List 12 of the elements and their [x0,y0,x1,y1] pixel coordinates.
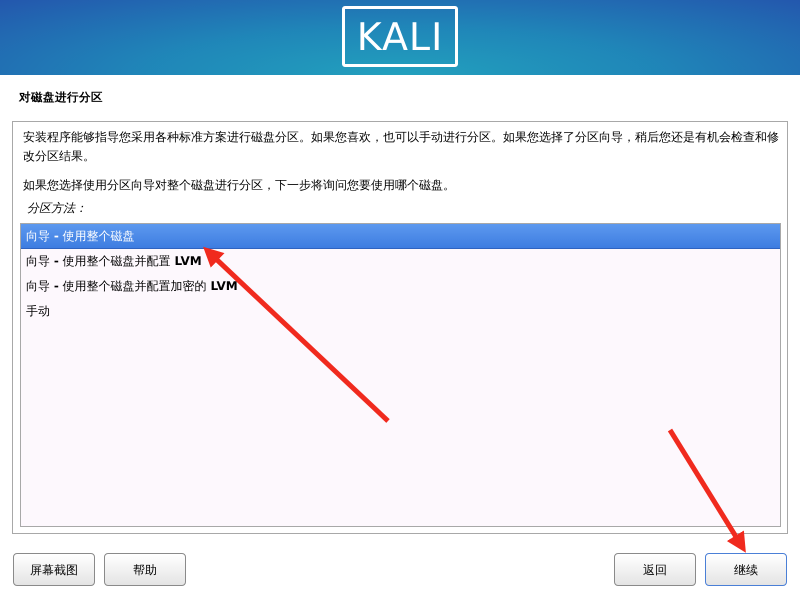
list-option[interactable]: 手动 [21,299,780,324]
description-text: 安装程序能够指导您采用各种标准方案进行磁盘分区。如果您喜欢，也可以手动进行分区。如果您选择了分区向导，稍后您还是有机会检查和修改分区结果。 [23,129,780,165]
button[interactable]: 屏幕截图 [13,553,95,586]
button[interactable]: 继续 [705,553,787,586]
logo: KALI [342,6,458,67]
list-option[interactable]: 向导 - 使用整个磁盘并配置加密的 LVM [21,274,780,299]
button[interactable]: 返回 [614,553,696,586]
button[interactable]: 帮助 [104,553,186,586]
list-label: 分区方法： [27,200,88,217]
list-option[interactable]: 向导 - 使用整个磁盘并配置 LVM [21,249,780,274]
description-text: 如果您选择使用分区向导对整个磁盘进行分区，下一步将询问您要使用哪个磁盘。 [23,177,456,194]
page-title: 对磁盘进行分区 [18,89,104,106]
